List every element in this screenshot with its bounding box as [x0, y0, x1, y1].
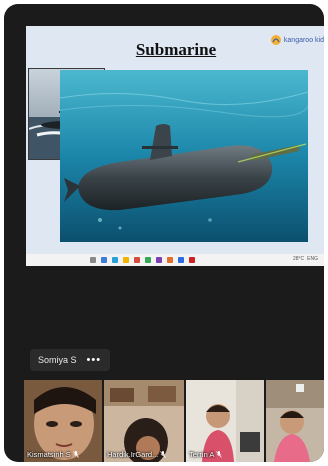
presenter-name-chip[interactable]: Somiya S ••• [30, 349, 110, 371]
participant-video [266, 380, 324, 462]
muted-mic-icon [160, 451, 167, 458]
edge-browser-icon[interactable] [112, 257, 118, 263]
participant-tile[interactable]: Terrin A [186, 380, 264, 462]
windows-taskbar: 28°C ENG [26, 254, 324, 266]
participant-label: Hardik.IrGard... [107, 450, 167, 459]
meeting-window: Submarine kangaroo kid 28°C ENG Somiya S… [4, 4, 324, 462]
shared-screen: Submarine kangaroo kid 28°C ENG [26, 26, 324, 266]
slide-title: Submarine [135, 40, 217, 59]
system-tray: 28°C ENG [293, 256, 318, 262]
participant-label: Terrin A [189, 450, 223, 459]
muted-mic-icon [216, 451, 223, 458]
participant-label: Kismatsinh S [27, 450, 79, 459]
participant-tile[interactable] [266, 380, 324, 462]
store-icon[interactable] [134, 257, 140, 263]
participant-name: Hardik.IrGard... [107, 450, 159, 459]
muted-mic-icon [73, 451, 79, 458]
app-icon[interactable] [156, 257, 162, 263]
presenter-name: Somiya S [38, 355, 77, 365]
app-icon[interactable] [167, 257, 173, 263]
participant-tile[interactable]: Hardik.IrGard... [104, 380, 184, 462]
brand-logo: kangaroo kid [270, 32, 324, 48]
search-icon[interactable] [90, 257, 96, 263]
submarine-underwater-image [60, 70, 308, 242]
kangaroo-logo-icon [270, 35, 281, 45]
chrome-icon[interactable] [145, 257, 151, 263]
task-view-icon[interactable] [101, 257, 107, 263]
participant-tile[interactable]: Kismatsinh S [24, 380, 102, 462]
file-explorer-icon[interactable] [123, 257, 129, 263]
weather-text: 28°C [292, 256, 305, 262]
more-options-button[interactable]: ••• [87, 354, 102, 366]
participant-name: Terrin A [189, 450, 215, 459]
participant-name: Kismatsinh S [27, 450, 71, 459]
brand-name: kangaroo kid [283, 36, 324, 44]
language-text: ENG [307, 256, 318, 262]
app-icon[interactable] [189, 257, 195, 263]
zoom-icon[interactable] [178, 257, 184, 263]
